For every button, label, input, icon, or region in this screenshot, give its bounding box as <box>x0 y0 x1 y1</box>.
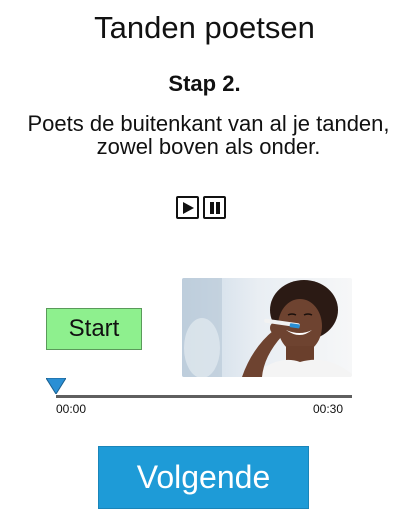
pause-button[interactable] <box>203 196 226 219</box>
timeline-marker[interactable] <box>46 378 66 394</box>
play-icon <box>182 201 194 214</box>
play-button[interactable] <box>176 196 199 219</box>
tooth-brushing-photo <box>182 278 352 377</box>
start-button[interactable]: Start <box>46 308 142 350</box>
step-instruction: Poets de buitenkant van al je tanden, zo… <box>27 111 390 159</box>
step-label: Stap 2. <box>168 71 241 96</box>
audio-controls <box>176 196 226 219</box>
time-end-label: 00:30 <box>313 402 344 416</box>
next-button[interactable]: Volgende <box>98 446 309 509</box>
page: Tanden poetsen Stap 2. Poets de buitenka… <box>0 0 409 523</box>
time-start-label: 00:00 <box>56 402 87 416</box>
page-title: Tanden poetsen <box>94 10 315 45</box>
timeline-track[interactable] <box>56 395 352 398</box>
pause-icon <box>209 201 220 214</box>
